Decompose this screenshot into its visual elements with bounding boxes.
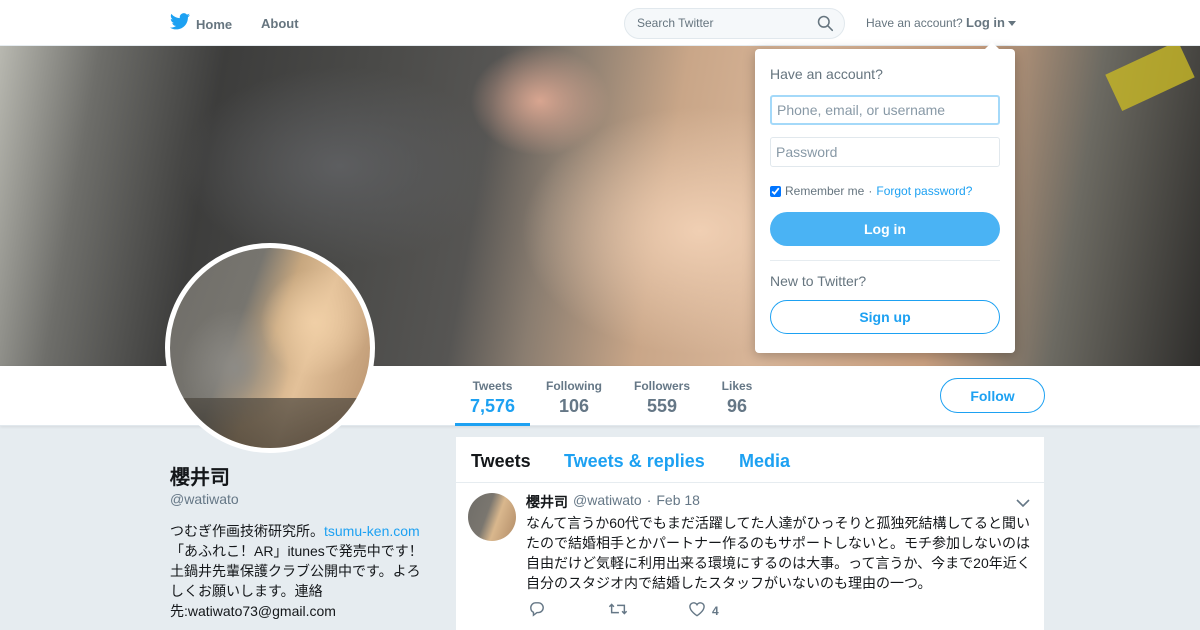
timeline-panel: Tweets Tweets & replies Media 櫻井司 @watiw… bbox=[456, 437, 1044, 630]
avatar-orange-cat-shape bbox=[260, 268, 370, 378]
bio-text-before: つむぎ作画技術研究所。 bbox=[170, 523, 324, 539]
tweet-header: 櫻井司 @watiwato · Feb 18 bbox=[526, 492, 700, 512]
caret-down-icon bbox=[1008, 21, 1016, 26]
tweet-author-name[interactable]: 櫻井司 bbox=[526, 492, 568, 512]
stat-tweets-value: 7,576 bbox=[469, 396, 516, 416]
stat-likes-label: Likes bbox=[721, 379, 753, 393]
new-to-twitter-text: New to Twitter? bbox=[770, 273, 867, 289]
profile-handle[interactable]: @watiwato bbox=[170, 491, 239, 507]
tweet-separator: · bbox=[646, 492, 652, 508]
like-action[interactable]: 4 bbox=[688, 601, 768, 620]
login-dropdown-title: Have an account? bbox=[770, 66, 883, 82]
password-field[interactable] bbox=[770, 137, 1000, 167]
tab-tweets[interactable]: Tweets bbox=[471, 451, 531, 472]
reply-action[interactable] bbox=[528, 601, 608, 620]
twitter-bird-icon bbox=[170, 13, 190, 35]
retweet-icon bbox=[608, 601, 628, 620]
tab-tweets-and-replies[interactable]: Tweets & replies bbox=[564, 451, 705, 472]
search-box bbox=[624, 8, 845, 39]
stat-likes[interactable]: Likes 96 bbox=[716, 366, 758, 426]
login-button[interactable]: Log in bbox=[770, 212, 1000, 246]
stat-tweets-label: Tweets bbox=[472, 379, 513, 393]
stat-following[interactable]: Following 106 bbox=[540, 366, 608, 426]
login-dropdown: Have an account? Remember me · Forgot pa… bbox=[755, 42, 1015, 353]
login-dropdown-toggle[interactable]: Log in bbox=[966, 15, 1016, 30]
follow-button[interactable]: Follow bbox=[940, 378, 1045, 413]
remember-row: Remember me · Forgot password? bbox=[770, 184, 972, 198]
remember-me-checkbox[interactable] bbox=[770, 185, 781, 197]
forgot-password-link[interactable]: Forgot password? bbox=[876, 184, 972, 198]
tweet-actions: 4 bbox=[528, 601, 768, 620]
stat-followers[interactable]: Followers 559 bbox=[628, 366, 696, 426]
retweet-action[interactable] bbox=[608, 601, 688, 620]
avatar-floor-shape bbox=[170, 398, 370, 448]
heart-icon bbox=[688, 601, 706, 620]
search-icon[interactable] bbox=[817, 15, 834, 37]
have-account-text: Have an account? bbox=[866, 16, 963, 30]
stat-followers-label: Followers bbox=[633, 379, 690, 393]
bio-website-link[interactable]: tsumu-ken.com bbox=[324, 523, 420, 539]
dropdown-arrow bbox=[984, 42, 1000, 50]
stat-following-label: Following bbox=[546, 379, 602, 393]
login-link-label: Log in bbox=[966, 15, 1005, 30]
nav-home-link[interactable]: Home bbox=[170, 13, 232, 35]
search-input[interactable] bbox=[637, 16, 807, 30]
profile-avatar[interactable] bbox=[165, 243, 375, 453]
banner-cat-ear-shape bbox=[470, 46, 610, 156]
nav-home-label: Home bbox=[196, 16, 233, 32]
stat-following-value: 106 bbox=[558, 396, 590, 416]
tweet-item[interactable]: 櫻井司 @watiwato · Feb 18 なんて言うか60代でもまだ活躍して… bbox=[456, 483, 1044, 630]
username-field[interactable] bbox=[770, 95, 1000, 125]
timeline-tabs: Tweets Tweets & replies Media bbox=[456, 437, 1044, 483]
tweet-date[interactable]: Feb 18 bbox=[656, 492, 700, 512]
tweet-author-handle[interactable]: @watiwato bbox=[573, 492, 642, 512]
bio-text-after: 「あふれこ！AR」itunesで発売中です！ 土鍋井先輩保護クラブ公開中です。よ… bbox=[170, 543, 423, 619]
signup-button[interactable]: Sign up bbox=[770, 300, 1000, 334]
profile-name[interactable]: 櫻井司 bbox=[170, 461, 230, 490]
stat-followers-value: 559 bbox=[646, 396, 678, 416]
banner-yellow-object-shape bbox=[1105, 46, 1195, 112]
tweet-menu-chevron-icon[interactable] bbox=[1016, 495, 1030, 513]
top-navigation-bar: Home About Have an account? Log in bbox=[0, 0, 1200, 46]
remember-me-label[interactable]: Remember me bbox=[785, 184, 864, 198]
dropdown-divider bbox=[770, 260, 1000, 261]
tweet-avatar[interactable] bbox=[468, 493, 516, 541]
stat-likes-value: 96 bbox=[726, 396, 748, 416]
nav-about-link[interactable]: About bbox=[261, 16, 299, 31]
tweet-text: なんて言うか60代でもまだ活躍してた人達がひっそりと孤独死結構してると聞いたので… bbox=[526, 515, 1031, 591]
banner-gray-cat-shape bbox=[180, 66, 500, 266]
remember-separator: · bbox=[868, 184, 873, 198]
reply-icon bbox=[528, 601, 546, 620]
tab-media[interactable]: Media bbox=[739, 451, 790, 472]
profile-bio: つむぎ作画技術研究所。tsumu-ken.com 「あふれこ！AR」itunesで… bbox=[170, 521, 430, 621]
stat-tweets[interactable]: Tweets 7,576 bbox=[455, 366, 530, 426]
like-count: 4 bbox=[712, 603, 719, 618]
